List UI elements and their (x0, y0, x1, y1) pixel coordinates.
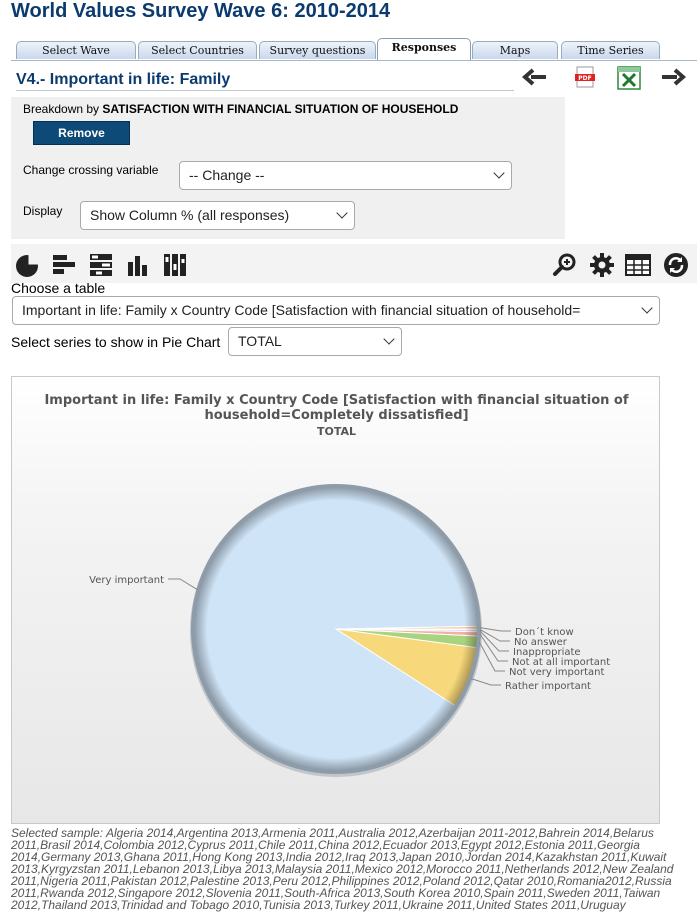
pie-label: Not at all important (512, 657, 610, 668)
remove-button[interactable]: Remove (33, 121, 130, 145)
chevron-down-icon (641, 302, 653, 314)
stacked-bar-icon[interactable] (88, 252, 114, 278)
horizontal-bar-icon[interactable] (51, 252, 77, 278)
refresh-icon[interactable] (663, 252, 689, 278)
breakdown-variable: SATISFACTION WITH FINANCIAL SITUATION OF… (102, 102, 459, 116)
crosstab-panel: Breakdown by SATISFACTION WITH FINANCIAL… (11, 97, 565, 239)
breakdown-prefix: Breakdown by (23, 102, 100, 116)
chevron-down-icon (383, 333, 395, 345)
chevron-down-icon (336, 207, 348, 219)
pie-label-connector (479, 627, 511, 632)
display-select[interactable]: Show Column % (all responses) (80, 201, 355, 230)
tab-maps[interactable]: Maps (472, 41, 558, 59)
pie-label: Inappropriate (513, 647, 581, 658)
pie-label-connector (168, 578, 198, 591)
crossing-select[interactable]: -- Change -- (179, 161, 512, 190)
display-label: Display (23, 204, 63, 218)
chart-container: Important in life: Family x Country Code… (11, 376, 660, 824)
tab-bar: Select Wave Select Countries Survey ques… (11, 38, 697, 61)
tab-responses[interactable]: Responses (377, 38, 471, 60)
arrow-left-icon[interactable] (522, 67, 548, 87)
chevron-down-icon (493, 167, 505, 179)
chart-toolbar (11, 244, 697, 283)
series-select[interactable]: TOTAL (228, 327, 402, 356)
pie-rim (191, 484, 481, 774)
pie-chart: Very important Rather important Not very i… (89, 484, 610, 777)
svg-text:PDF: PDF (578, 75, 591, 82)
pdf-icon[interactable]: PDF (574, 66, 596, 88)
pie-label-connector (478, 641, 505, 672)
tab-time-series[interactable]: Time Series (561, 41, 660, 59)
arrow-right-icon[interactable] (660, 67, 686, 87)
table-select[interactable]: Important in life: Family x Country Code… (12, 296, 660, 325)
stacked-column-icon[interactable] (162, 252, 188, 278)
choose-table-label: Choose a table (11, 280, 106, 296)
pie-label: Don´t know (515, 626, 574, 638)
selected-sample-text: Selected sample: Algeria 2014,Argentina … (11, 826, 674, 912)
gear-icon[interactable] (589, 252, 615, 278)
vertical-bar-icon[interactable] (125, 252, 151, 278)
series-label: Select series to show in Pie Chart (11, 334, 221, 350)
breakdown-label: Breakdown by SATISFACTION WITH FINANCIAL… (23, 102, 458, 116)
pie-label-connector (471, 678, 501, 686)
pie-label: Not very important (509, 667, 604, 678)
display-select-value: Show Column % (all responses) (90, 207, 290, 223)
pie-label: Very important (89, 575, 164, 586)
pie-chart-icon[interactable] (14, 252, 40, 278)
zoom-icon[interactable] (552, 252, 578, 278)
tab-survey-questions[interactable]: Survey questions (259, 41, 376, 59)
crossing-label: Change crossing variable (23, 163, 159, 177)
tab-select-wave[interactable]: Select Wave (16, 41, 136, 59)
pie-label: Rather important (505, 681, 591, 692)
table-select-value: Important in life: Family x Country Code… (22, 302, 581, 318)
variable-title: V4.- Important in life: Family (16, 71, 514, 91)
page-title: World Values Survey Wave 6: 2010-2014 (11, 0, 391, 22)
excel-icon[interactable] (617, 66, 641, 90)
series-select-value: TOTAL (238, 333, 282, 349)
table-icon[interactable] (625, 252, 651, 278)
tab-select-countries[interactable]: Select Countries (138, 41, 257, 59)
pie-label: No answer (514, 637, 568, 648)
crossing-select-value: -- Change -- (189, 167, 265, 183)
